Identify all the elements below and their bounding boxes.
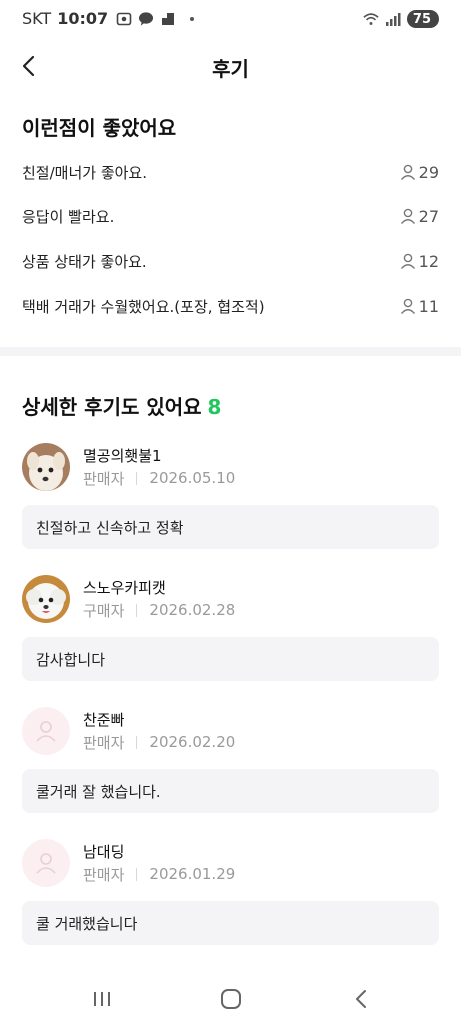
screenshot-icon xyxy=(116,11,132,27)
detailed-reviews-count: 8 xyxy=(207,395,222,419)
status-bar: SKT 10:07 75 xyxy=(0,0,461,40)
status-left: SKT 10:07 xyxy=(22,9,195,28)
person-icon xyxy=(36,853,56,874)
reviewer-name[interactable]: 남대딩 xyxy=(83,841,235,863)
recent-apps-button[interactable] xyxy=(87,984,117,1014)
person-icon xyxy=(36,721,56,742)
good-point-count-value: 29 xyxy=(418,162,439,182)
review-subinfo: 구매자 2026.02.28 xyxy=(83,599,235,621)
home-icon xyxy=(221,989,241,1009)
reviewer-role: 구매자 xyxy=(83,601,125,620)
recent-apps-icon xyxy=(94,992,110,1006)
home-button[interactable] xyxy=(216,984,246,1014)
person-icon xyxy=(400,253,415,269)
good-point-label: 상품 상태가 좋아요. xyxy=(22,252,147,271)
good-point-item: 친절/매너가 좋아요. 29 xyxy=(22,157,439,187)
good-point-count-value: 11 xyxy=(418,296,439,316)
review-header: 찬준빠 판매자 2026.02.20 xyxy=(22,706,439,756)
top-app-bar: 후기 xyxy=(0,40,461,92)
review-meta: 멸공의횃불1 판매자 2026.05.10 xyxy=(83,445,235,489)
system-nav-bar xyxy=(0,972,461,1024)
detailed-reviews-title: 상세한 후기도 있어요 8 xyxy=(22,391,221,420)
good-point-count: 27 xyxy=(399,207,439,226)
review-date: 2026.02.20 xyxy=(149,733,236,751)
review-meta: 스노우카피캣 구매자 2026.02.28 xyxy=(83,577,235,621)
section-divider xyxy=(0,347,461,356)
good-point-label: 친절/매너가 좋아요. xyxy=(22,163,147,182)
review-item: 스노우카피캣 구매자 2026.02.28 감사합니다 xyxy=(22,574,439,681)
avatar[interactable] xyxy=(22,707,70,755)
review-subinfo: 판매자 2026.02.20 xyxy=(83,731,235,753)
good-point-label: 응답이 빨라요. xyxy=(22,207,115,226)
person-icon xyxy=(400,208,415,224)
review-text: 친절하고 신속하고 정확 xyxy=(22,505,439,549)
meta-separator xyxy=(136,867,138,881)
good-points-title: 이런점이 좋았어요 xyxy=(22,116,177,140)
reviewer-name[interactable]: 찬준빠 xyxy=(83,709,235,731)
good-point-count: 12 xyxy=(399,252,439,271)
person-icon xyxy=(400,164,415,180)
good-point-item: 상품 상태가 좋아요. 12 xyxy=(22,246,439,276)
avatar[interactable] xyxy=(22,575,70,623)
reviewer-role: 판매자 xyxy=(83,733,125,752)
avatar[interactable] xyxy=(22,839,70,887)
avatar[interactable] xyxy=(22,443,70,491)
reviewer-name[interactable]: 멸공의횃불1 xyxy=(83,445,235,467)
meta-separator xyxy=(136,603,138,617)
good-point-label: 택배 거래가 수월했어요.(포장, 협조적) xyxy=(22,297,265,316)
carrier-label: SKT xyxy=(22,9,52,28)
page-title: 후기 xyxy=(212,57,249,81)
review-text: 쿨 거래했습니다 xyxy=(22,901,439,945)
review-date: 2026.05.10 xyxy=(149,469,236,487)
clock: 10:07 xyxy=(57,9,109,28)
good-point-count-value: 27 xyxy=(418,206,439,226)
battery-indicator: 75 xyxy=(406,10,439,28)
reviewer-role: 판매자 xyxy=(83,469,125,488)
good-point-count: 29 xyxy=(399,163,439,182)
reviewer-role: 판매자 xyxy=(83,865,125,884)
review-header: 멸공의횃불1 판매자 2026.05.10 xyxy=(22,442,439,492)
nav-back-button[interactable] xyxy=(346,984,376,1014)
status-right: 75 xyxy=(363,10,439,28)
good-point-item: 택배 거래가 수월했어요.(포장, 협조적) 11 xyxy=(22,291,439,321)
signal-icon xyxy=(385,11,401,27)
good-point-item: 응답이 빨라요. 27 xyxy=(22,201,439,231)
person-icon xyxy=(400,298,415,314)
review-meta: 찬준빠 판매자 2026.02.20 xyxy=(83,709,235,753)
wifi-icon xyxy=(363,11,379,27)
review-item: 찬준빠 판매자 2026.02.20 쿨거래 잘 했습니다. xyxy=(22,706,439,813)
more-notifications-dot xyxy=(190,16,195,21)
battery-level: 75 xyxy=(412,11,431,27)
review-text: 감사합니다 xyxy=(22,637,439,681)
review-item: 남대딩 판매자 2026.01.29 쿨 거래했습니다 xyxy=(22,838,439,945)
review-item: 멸공의횃불1 판매자 2026.05.10 친절하고 신속하고 정확 xyxy=(22,442,439,549)
talk-icon xyxy=(138,11,154,27)
nav-back-icon xyxy=(356,990,366,1008)
reviewer-name[interactable]: 스노우카피캣 xyxy=(83,577,235,599)
good-point-count: 11 xyxy=(399,297,439,316)
meta-separator xyxy=(136,735,138,749)
review-subinfo: 판매자 2026.01.29 xyxy=(83,863,235,885)
review-subinfo: 판매자 2026.05.10 xyxy=(83,467,235,489)
app-notification-icon xyxy=(160,11,176,27)
review-text: 쿨거래 잘 했습니다. xyxy=(22,769,439,813)
detailed-reviews-title-text: 상세한 후기도 있어요 xyxy=(22,395,202,419)
review-meta: 남대딩 판매자 2026.01.29 xyxy=(83,841,235,885)
review-date: 2026.01.29 xyxy=(149,865,236,883)
review-header: 남대딩 판매자 2026.01.29 xyxy=(22,838,439,888)
review-header: 스노우카피캣 구매자 2026.02.28 xyxy=(22,574,439,624)
good-point-count-value: 12 xyxy=(418,251,439,271)
meta-separator xyxy=(136,471,138,485)
review-date: 2026.02.28 xyxy=(149,601,236,619)
